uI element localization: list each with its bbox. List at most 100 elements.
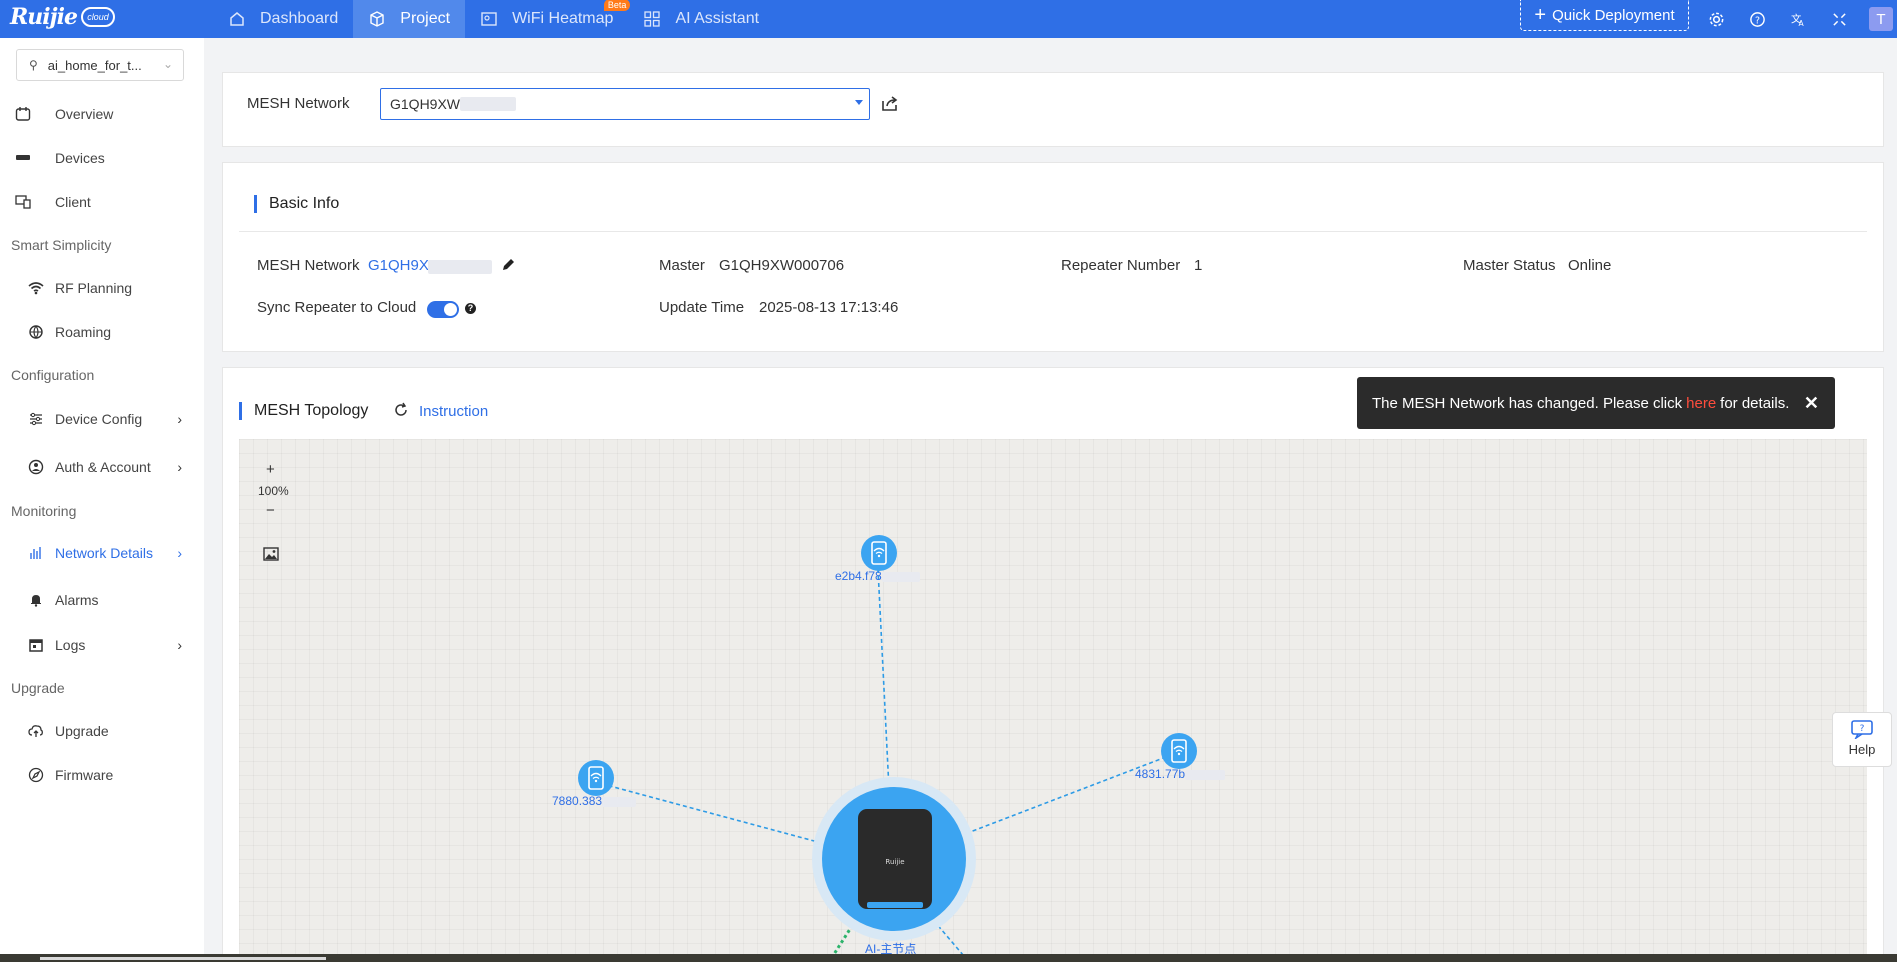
translate-icon[interactable]: 文A — [1787, 8, 1809, 30]
sidebar-label: Client — [55, 194, 91, 210]
update-time-value: 2025-08-13 17:13:46 — [759, 299, 899, 316]
sidebar-item-logs[interactable]: Logs › — [0, 625, 204, 665]
mesh-changed-toast: The MESH Network has changed. Please cli… — [1357, 377, 1835, 429]
sidebar-label: Network Details — [55, 545, 154, 561]
sidebar-label: Alarms — [55, 592, 99, 608]
nav-project[interactable]: Project — [353, 0, 466, 38]
redacted-text — [428, 260, 492, 274]
nav-label: AI Assistant — [675, 10, 760, 27]
close-icon[interactable]: ✕ — [1804, 393, 1819, 414]
globe-icon — [27, 323, 45, 341]
quick-deployment-button[interactable]: + Quick Deployment — [1520, 0, 1689, 31]
sidebar-label: Upgrade — [55, 723, 109, 739]
zoom-level: 100% — [258, 484, 289, 498]
help-circle-icon[interactable]: ? — [1746, 8, 1768, 30]
svg-text:?: ? — [1860, 724, 1865, 734]
sync-repeater-label: Sync Repeater to Cloud — [257, 299, 417, 316]
phone-wifi-icon — [1161, 733, 1197, 769]
user-group-icon: ⚲ — [29, 58, 38, 72]
logo-text: Ruijie — [10, 4, 78, 30]
fullscreen-icon[interactable] — [1828, 8, 1850, 30]
caret-down-icon — [855, 100, 863, 105]
sidebar-item-rf-planning[interactable]: RF Planning — [0, 268, 204, 308]
group-upgrade: Upgrade — [11, 680, 65, 696]
master-label: Master — [659, 257, 705, 274]
client-node-left-label: 7880.383 — [552, 794, 637, 808]
horizontal-scrollbar[interactable] — [40, 957, 326, 960]
sidebar: ⚲ ai_home_for_t... ⌄ Overview Devices Cl… — [0, 38, 204, 962]
sidebar-item-network-details[interactable]: Network Details › — [0, 533, 204, 573]
nav-label: Dashboard — [260, 10, 339, 27]
share-icon[interactable] — [880, 93, 900, 116]
question-icon[interactable]: ? — [465, 303, 476, 314]
redacted-text — [602, 796, 637, 807]
refresh-icon[interactable] — [393, 402, 409, 421]
device-icon — [14, 149, 32, 167]
mesh-topology-title: MESH Topology — [239, 402, 368, 420]
sidebar-label: Roaming — [55, 324, 112, 340]
chevron-down-icon: ⌄ — [162, 57, 173, 71]
client-node-top-label: e2b4.f78 — [835, 569, 920, 583]
sync-repeater-toggle[interactable] — [427, 301, 459, 318]
project-selector[interactable]: ⚲ ai_home_for_t... ⌄ — [16, 49, 184, 81]
sidebar-item-client[interactable]: Client — [0, 182, 204, 222]
svg-text:?: ? — [1754, 15, 1759, 26]
sidebar-item-devices[interactable]: Devices — [0, 138, 204, 178]
phone-wifi-icon — [578, 760, 614, 796]
sidebar-item-upgrade[interactable]: Upgrade — [0, 711, 204, 751]
cloud-upload-icon — [27, 722, 45, 740]
zoom-out-button[interactable]: − — [266, 502, 275, 519]
repeater-number-label: Repeater Number — [1061, 257, 1181, 274]
nav-ai-assistant[interactable]: AI Assistant — [628, 0, 774, 38]
bar-chart-icon — [27, 544, 45, 562]
chevron-right-icon: › — [177, 459, 182, 475]
bell-icon — [27, 591, 45, 609]
sidebar-item-overview[interactable]: Overview — [0, 94, 204, 134]
toast-text-before: The MESH Network has changed. Please cli… — [1372, 394, 1683, 412]
main-nav: Dashboard Project WiFi Heatmap Beta AI A… — [213, 0, 774, 38]
master-status-label: Master Status — [1463, 257, 1556, 274]
svg-text:Ruijie: Ruijie — [885, 858, 904, 866]
phone-wifi-icon — [861, 535, 897, 571]
group-smart-simplicity: Smart Simplicity — [11, 237, 112, 253]
basic-info-card — [222, 162, 1884, 352]
nav-dashboard[interactable]: Dashboard — [213, 0, 353, 38]
sidebar-item-alarms[interactable]: Alarms — [0, 580, 204, 620]
help-button[interactable]: ? Help — [1832, 712, 1892, 767]
info-mesh-network-value[interactable]: G1QH9X — [368, 257, 429, 274]
nav-wifi-heatmap[interactable]: WiFi Heatmap Beta — [465, 0, 631, 38]
project-name: ai_home_for_t... — [47, 57, 142, 73]
group-configuration: Configuration — [11, 367, 95, 383]
zoom-in-button[interactable]: + — [266, 461, 275, 478]
overview-icon — [14, 105, 32, 123]
wifi-icon — [27, 279, 45, 297]
gear-icon[interactable] — [1705, 8, 1727, 30]
avatar[interactable]: T — [1869, 7, 1893, 31]
sidebar-label: Devices — [55, 150, 105, 166]
top-icons: ? 文A T — [1705, 7, 1893, 31]
mesh-network-select[interactable]: G1QH9XW — [380, 88, 870, 120]
instruction-link[interactable]: Instruction — [419, 403, 488, 420]
redacted-text — [460, 97, 517, 111]
sliders-icon — [27, 410, 45, 428]
update-time-label: Update Time — [659, 299, 745, 316]
topology-canvas[interactable]: Ruijie + 100% − e2b4.f78 7880.383 4831.7… — [239, 439, 1867, 962]
image-icon[interactable] — [263, 547, 279, 564]
cloud-badge: cloud — [80, 7, 115, 27]
group-monitoring: Monitoring — [11, 503, 77, 519]
sidebar-item-firmware[interactable]: Firmware — [0, 755, 204, 795]
sidebar-item-device-config[interactable]: Device Config › — [0, 399, 204, 439]
sidebar-label: RF Planning — [55, 280, 133, 296]
client-icon — [14, 193, 32, 211]
ruijie-logo[interactable]: Ruijie cloud — [10, 2, 115, 32]
toast-here-link[interactable]: here — [1686, 395, 1716, 412]
sidebar-label: Device Config — [55, 411, 143, 427]
topology-links: Ruijie — [594, 568, 1180, 962]
chevron-right-icon: › — [177, 545, 182, 561]
toast-text-after: for details. — [1720, 394, 1790, 412]
chevron-right-icon: › — [177, 637, 182, 653]
sidebar-item-roaming[interactable]: Roaming — [0, 312, 204, 352]
nav-label: Project — [400, 10, 451, 27]
sidebar-item-auth-account[interactable]: Auth & Account › — [0, 447, 204, 487]
edit-pencil-icon[interactable] — [500, 257, 516, 276]
